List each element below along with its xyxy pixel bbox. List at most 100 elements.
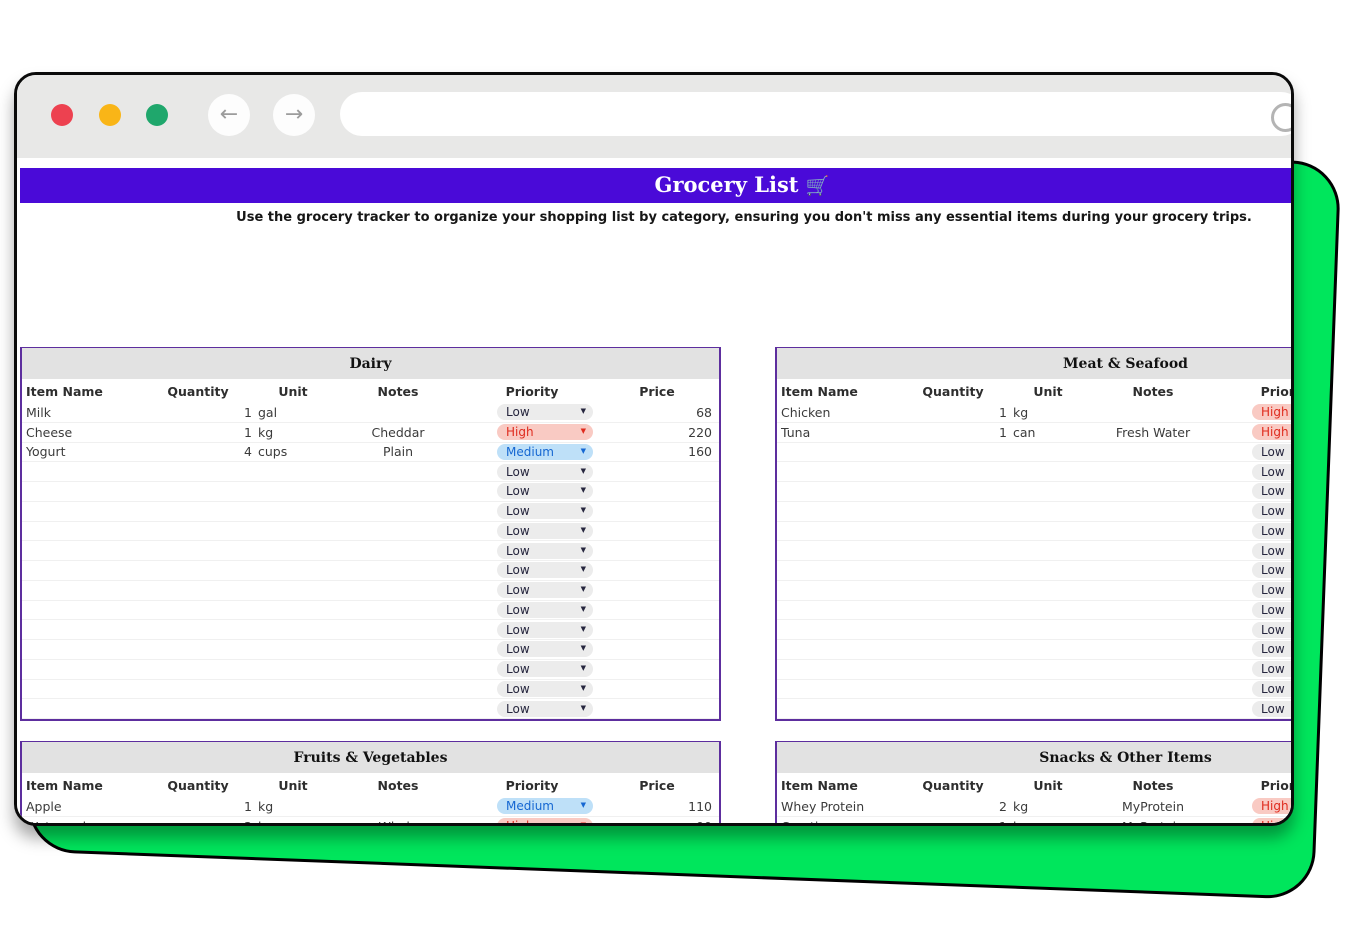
cell-priority: Low▼ <box>464 681 600 697</box>
maximize-window-button[interactable] <box>146 104 168 126</box>
cell-item-name[interactable]: Whey Protein <box>777 799 897 814</box>
priority-value: High <box>1261 425 1289 439</box>
cell-quantity[interactable]: 1 <box>897 819 1009 826</box>
priority-dropdown[interactable]: Low▼ <box>1252 523 1294 539</box>
priority-value: Low <box>506 563 530 577</box>
cell-quantity[interactable]: 1 <box>142 425 254 440</box>
priority-dropdown[interactable]: Low▼ <box>497 543 593 559</box>
cell-unit[interactable]: kg <box>254 799 332 814</box>
cell-quantity[interactable]: 3 <box>142 819 254 826</box>
cell-unit[interactable]: kg <box>254 425 332 440</box>
cell-quantity[interactable]: 1 <box>897 405 1009 420</box>
priority-dropdown[interactable]: Low▼ <box>497 503 593 519</box>
cell-quantity[interactable]: 4 <box>142 444 254 459</box>
dropdown-arrow-icon: ▼ <box>581 685 586 692</box>
priority-dropdown[interactable]: Low▼ <box>1252 701 1294 717</box>
priority-dropdown[interactable]: High▼ <box>1252 404 1294 420</box>
priority-dropdown[interactable]: Low▼ <box>1252 681 1294 697</box>
cell-quantity[interactable]: 1 <box>142 405 254 420</box>
priority-value: Low <box>1261 642 1285 656</box>
cell-item-name[interactable]: Cheese <box>22 425 142 440</box>
column-header-quantity: Quantity <box>142 778 254 793</box>
cell-quantity[interactable]: 2 <box>897 799 1009 814</box>
priority-dropdown[interactable]: High▼ <box>1252 798 1294 814</box>
priority-dropdown[interactable]: Low▼ <box>1252 562 1294 578</box>
cell-item-name[interactable]: Watermelon <box>22 819 142 826</box>
cell-unit[interactable]: cups <box>254 444 332 459</box>
priority-dropdown[interactable]: Low▼ <box>497 701 593 717</box>
cell-price[interactable]: 220 <box>600 425 714 440</box>
priority-dropdown[interactable]: Low▼ <box>497 464 593 480</box>
cell-priority: Low▼ <box>1219 582 1294 598</box>
minimize-window-button[interactable] <box>99 104 121 126</box>
priority-value: Low <box>1261 445 1285 459</box>
priority-dropdown[interactable]: Low▼ <box>1252 582 1294 598</box>
back-button[interactable]: ← <box>208 94 250 136</box>
priority-dropdown[interactable]: High▼ <box>497 818 593 826</box>
priority-dropdown[interactable]: Low▼ <box>1252 622 1294 638</box>
cell-unit[interactable]: can <box>1009 425 1087 440</box>
cell-unit[interactable]: kg <box>1009 819 1087 826</box>
priority-dropdown[interactable]: High▼ <box>1252 424 1294 440</box>
column-headers-row: Item NameQuantityUnitNotesPriorityPrice <box>22 773 719 797</box>
priority-dropdown[interactable]: High▼ <box>497 424 593 440</box>
cell-unit[interactable]: gal <box>254 405 332 420</box>
priority-dropdown[interactable]: Low▼ <box>1252 464 1294 480</box>
cell-item-name[interactable]: Tuna <box>777 425 897 440</box>
table-row: Low▼ <box>777 581 1294 601</box>
cell-unit[interactable]: kg <box>1009 799 1087 814</box>
priority-dropdown[interactable]: Low▼ <box>497 404 593 420</box>
cell-priority: Low▼ <box>1219 622 1294 638</box>
table-row: Low▼ <box>777 640 1294 660</box>
priority-dropdown[interactable]: Low▼ <box>497 641 593 657</box>
cell-notes[interactable]: MyProtein <box>1087 799 1219 814</box>
priority-dropdown[interactable]: Low▼ <box>1252 543 1294 559</box>
cell-item-name[interactable]: Creatine <box>777 819 897 826</box>
cell-item-name[interactable]: Chicken <box>777 405 897 420</box>
table-row: Yogurt4cupsPlain Medium▼ 160 <box>22 443 719 463</box>
cell-quantity[interactable]: 1 <box>897 425 1009 440</box>
priority-dropdown[interactable]: Low▼ <box>497 622 593 638</box>
forward-button[interactable]: → <box>273 94 315 136</box>
cell-quantity[interactable]: 1 <box>142 799 254 814</box>
url-input[interactable] <box>340 92 1294 136</box>
priority-dropdown[interactable]: Low▼ <box>1252 661 1294 677</box>
cell-price[interactable]: 160 <box>600 444 714 459</box>
cell-priority: Low▼ <box>464 404 600 420</box>
cell-notes[interactable]: MyProtein <box>1087 819 1219 826</box>
cell-unit[interactable]: kg <box>254 819 332 826</box>
priority-dropdown[interactable]: Medium▼ <box>497 798 593 814</box>
priority-dropdown[interactable]: Low▼ <box>1252 483 1294 499</box>
priority-dropdown[interactable]: Low▼ <box>497 661 593 677</box>
priority-dropdown[interactable]: Low▼ <box>1252 444 1294 460</box>
cell-unit[interactable]: kg <box>1009 405 1087 420</box>
table-row: Low▼ <box>777 620 1294 640</box>
search-icon[interactable] <box>1271 103 1294 132</box>
table-row: Low▼ <box>777 660 1294 680</box>
priority-dropdown[interactable]: Medium▼ <box>497 444 593 460</box>
priority-dropdown[interactable]: Low▼ <box>497 562 593 578</box>
cell-price[interactable]: 68 <box>600 405 714 420</box>
cell-item-name[interactable]: Apple <box>22 799 142 814</box>
category-header-bar: Fruits & Vegetables <box>22 742 719 773</box>
priority-dropdown[interactable]: Low▼ <box>1252 602 1294 618</box>
cell-notes[interactable]: Cheddar <box>332 425 464 440</box>
dropdown-arrow-icon: ▼ <box>581 507 586 514</box>
priority-dropdown[interactable]: Low▼ <box>497 483 593 499</box>
priority-dropdown[interactable]: Low▼ <box>497 523 593 539</box>
cell-notes[interactable]: Plain <box>332 444 464 459</box>
cell-priority: Low▼ <box>1219 602 1294 618</box>
priority-dropdown[interactable]: Low▼ <box>497 681 593 697</box>
cell-notes[interactable]: Fresh Water <box>1087 425 1219 440</box>
close-window-button[interactable] <box>51 104 73 126</box>
cell-price[interactable]: 110 <box>600 799 714 814</box>
priority-dropdown[interactable]: Low▼ <box>1252 641 1294 657</box>
priority-value: Low <box>1261 563 1285 577</box>
priority-dropdown[interactable]: Low▼ <box>1252 503 1294 519</box>
priority-dropdown[interactable]: Low▼ <box>497 582 593 598</box>
cell-notes[interactable]: Whole <box>332 819 464 826</box>
cell-item-name[interactable]: Yogurt <box>22 444 142 459</box>
priority-dropdown[interactable]: Low▼ <box>497 602 593 618</box>
cell-price[interactable]: 90 <box>600 819 714 826</box>
cell-item-name[interactable]: Milk <box>22 405 142 420</box>
